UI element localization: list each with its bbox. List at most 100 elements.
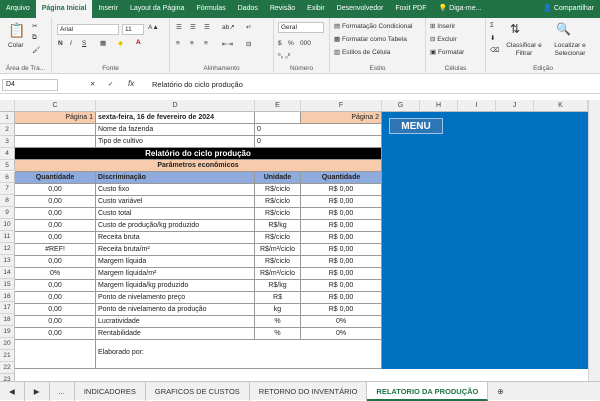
table-cell[interactable]: R$ 0,00 bbox=[301, 244, 382, 256]
tab-pagina-inicial[interactable]: Página Inicial bbox=[35, 0, 93, 18]
table-cell[interactable]: R$/m²/ciclo bbox=[255, 244, 301, 256]
table-cell[interactable]: R$ 0,00 bbox=[301, 232, 382, 244]
table-cell[interactable]: R$/ciclo bbox=[255, 196, 301, 208]
wrap-text-icon[interactable]: ↵ bbox=[246, 23, 251, 31]
indent-icon[interactable]: ⇤⇥ bbox=[222, 40, 233, 48]
sheet-tab-graficos[interactable]: GRAFICOS DE CUSTOS bbox=[146, 381, 250, 401]
table-cell[interactable]: #REF! bbox=[15, 244, 96, 256]
delete-cells-button[interactable]: ⊟ Excluir bbox=[430, 35, 457, 43]
table-cell[interactable]: 0% bbox=[301, 328, 382, 340]
table-cell[interactable]: R$ bbox=[255, 292, 301, 304]
number-format-select[interactable]: Geral bbox=[278, 22, 324, 33]
row-header[interactable]: 22 bbox=[0, 361, 15, 374]
cell-c3[interactable] bbox=[15, 136, 96, 148]
name-box[interactable]: D4 bbox=[2, 79, 58, 91]
orientation-icon[interactable]: ab↗ bbox=[222, 23, 235, 31]
cell-c2[interactable] bbox=[15, 124, 96, 136]
column-header-e[interactable]: E bbox=[255, 100, 301, 112]
table-cell[interactable]: 0,00 bbox=[15, 184, 96, 196]
paste-icon[interactable]: 📋 bbox=[8, 22, 25, 39]
cell-page1[interactable]: Página 1 bbox=[15, 112, 96, 124]
table-cell[interactable]: Ponto de nivelamento preço bbox=[96, 292, 255, 304]
fill-icon[interactable]: ⬇ bbox=[490, 34, 495, 42]
table-cell[interactable]: R$/m²/ciclo bbox=[255, 268, 301, 280]
table-cell[interactable]: R$ 0,00 bbox=[301, 184, 382, 196]
cell-crop-value[interactable]: 0 bbox=[255, 136, 382, 148]
table-cell[interactable]: R$ 0,00 bbox=[301, 292, 382, 304]
table-cell[interactable]: Ponto de nivelamento da produção bbox=[96, 304, 255, 316]
params-title[interactable]: Parâmetros econômicos bbox=[15, 160, 382, 172]
row-header[interactable]: 8 bbox=[0, 195, 15, 208]
table-cell[interactable]: Margem líquida/kg produzido bbox=[96, 280, 255, 292]
conditional-format-button[interactable]: ▤ Formatação Condicional bbox=[334, 22, 412, 30]
tab-foxit-pdf[interactable]: Foxit PDF bbox=[389, 0, 432, 18]
row-header[interactable]: 11 bbox=[0, 231, 15, 243]
row-header[interactable]: 12 bbox=[0, 242, 15, 255]
sort-filter-button[interactable]: Classificar e Filtrar bbox=[504, 42, 544, 58]
fill-color-icon[interactable]: ◆ bbox=[118, 39, 123, 47]
percent-button[interactable]: % bbox=[288, 40, 294, 47]
tab-inserir[interactable]: Inserir bbox=[92, 0, 123, 18]
row-header[interactable]: 14 bbox=[0, 266, 15, 279]
table-cell[interactable]: 0,00 bbox=[15, 328, 96, 340]
grow-font-icon[interactable]: A▲ bbox=[148, 24, 159, 31]
insert-function-icon[interactable]: fx bbox=[128, 79, 134, 88]
row-header[interactable]: 16 bbox=[0, 290, 15, 303]
table-cell[interactable]: % bbox=[255, 328, 301, 340]
cell-date[interactable]: sexta-feira, 16 de fevereiro de 2024 bbox=[96, 112, 255, 124]
header-quantidade[interactable]: Quantidade bbox=[15, 172, 96, 184]
table-cell[interactable]: R$/ciclo bbox=[255, 208, 301, 220]
italic-button[interactable]: I bbox=[70, 40, 72, 47]
table-cell[interactable]: R$ 0,00 bbox=[301, 196, 382, 208]
table-cell[interactable]: % bbox=[255, 316, 301, 328]
header-discriminacao[interactable]: Discriminação bbox=[96, 172, 255, 184]
table-cell[interactable]: 0,00 bbox=[15, 292, 96, 304]
table-cell[interactable]: Custo fixo bbox=[96, 184, 255, 196]
row-header[interactable]: 1 bbox=[0, 112, 15, 124]
menu-button[interactable]: MENU bbox=[389, 118, 443, 134]
tab-desenvolvedor[interactable]: Desenvolvedor bbox=[331, 0, 390, 18]
row-header[interactable]: 21 bbox=[0, 350, 15, 362]
table-cell[interactable]: kg bbox=[255, 304, 301, 316]
row-header[interactable]: 5 bbox=[0, 159, 15, 172]
vertical-scrollbar[interactable] bbox=[588, 100, 600, 381]
scroll-tabs-left-icon[interactable]: ◀ bbox=[0, 381, 25, 401]
sheet-tab-retorno[interactable]: RETORNO DO INVENTÁRIO bbox=[250, 381, 368, 401]
row-header[interactable]: 15 bbox=[0, 278, 15, 291]
format-painter-icon[interactable]: 🖌 bbox=[32, 46, 40, 54]
table-cell[interactable]: R$ 0,00 bbox=[301, 280, 382, 292]
table-cell[interactable]: R$/ciclo bbox=[255, 184, 301, 196]
table-cell[interactable]: Receita bruta bbox=[96, 232, 255, 244]
cancel-icon[interactable]: ✕ bbox=[90, 80, 95, 88]
table-cell[interactable]: R$/ciclo bbox=[255, 256, 301, 268]
header-quantidade-2[interactable]: Quantidade bbox=[301, 172, 382, 184]
merge-center-icon[interactable]: ⊟ bbox=[246, 40, 251, 48]
align-right-icon[interactable]: ≡ bbox=[204, 40, 208, 47]
paste-button[interactable]: Colar bbox=[8, 42, 24, 49]
scroll-tabs-right-icon[interactable]: ▶ bbox=[25, 381, 50, 401]
table-cell[interactable]: 0,00 bbox=[15, 316, 96, 328]
tab-revisao[interactable]: Revisão bbox=[264, 0, 301, 18]
borders-icon[interactable]: ▦ bbox=[100, 39, 106, 47]
autosum-icon[interactable]: Σ bbox=[490, 22, 494, 29]
select-all-corner[interactable] bbox=[0, 100, 15, 112]
row-header[interactable]: 20 bbox=[0, 338, 15, 350]
decimal-icon[interactable]: ⁰₀ ₀⁰ bbox=[278, 52, 290, 60]
align-center-icon[interactable]: ≡ bbox=[190, 40, 194, 47]
row-header[interactable]: 2 bbox=[0, 123, 15, 136]
copy-icon[interactable]: ⧉ bbox=[32, 34, 37, 42]
row-header[interactable]: 18 bbox=[0, 314, 15, 327]
column-header-k[interactable]: K bbox=[534, 100, 588, 112]
table-cell[interactable]: Receita bruta/m² bbox=[96, 244, 255, 256]
currency-icon[interactable]: $ bbox=[278, 40, 282, 47]
table-cell[interactable]: R$ 0,00 bbox=[301, 304, 382, 316]
column-header-j[interactable]: J bbox=[496, 100, 534, 112]
cut-icon[interactable]: ✂ bbox=[32, 22, 37, 30]
share-button[interactable]: 👤 Compartilhar bbox=[537, 0, 600, 18]
table-cell[interactable]: R$/kg bbox=[255, 280, 301, 292]
row-header[interactable]: 9 bbox=[0, 207, 15, 220]
insert-cells-button[interactable]: ⊞ Inserir bbox=[430, 22, 455, 30]
clear-icon[interactable]: ⌫ bbox=[490, 46, 499, 54]
font-name-select[interactable]: Arial bbox=[57, 24, 119, 35]
tab-arquivo[interactable]: Arquivo bbox=[0, 0, 36, 18]
